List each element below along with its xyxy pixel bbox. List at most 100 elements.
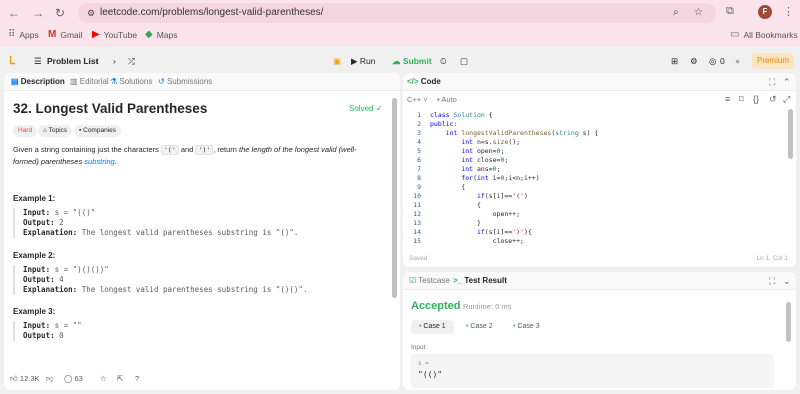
input-box: s = "(()" <box>411 354 774 388</box>
code-tab-bar: </> Code ⛶ ⌃ <box>403 73 796 91</box>
submit-button[interactable]: ☁ Submit <box>386 53 438 69</box>
profile-avatar[interactable]: F <box>758 5 772 19</box>
address-bar[interactable]: ⚙ leetcode.com/problems/longest-valid-pa… <box>78 3 716 23</box>
auto-mode[interactable]: ▪ Auto <box>437 95 457 104</box>
streak-count: 0 <box>720 56 725 66</box>
example-3-title: Example 3: <box>13 307 56 316</box>
bookmark-apps[interactable]: ⠿ Apps <box>8 29 39 40</box>
tab-test-result[interactable]: >_ Test Result <box>453 276 507 286</box>
reset-icon[interactable]: ↺ <box>769 94 777 104</box>
code-panel: </> Code ⛶ ⌃ C++ ˅ ▪ Auto ≡ ⌑ {} ↺ ⤢ 1 cl… <box>403 73 796 267</box>
collapse-icon[interactable]: ⌃ <box>783 77 791 87</box>
topics-tag[interactable]: ⌂ Topics <box>38 125 73 137</box>
code-footer: Saved Ln 1, Col 1 <box>403 253 796 267</box>
braces-icon[interactable]: {} <box>753 94 759 104</box>
zoom-icon[interactable]: ⌕ <box>673 7 679 18</box>
grid-icon: ⠿ <box>8 29 16 40</box>
bookmark-maps[interactable]: ◆ Maps <box>145 29 178 40</box>
leetcode-header: ᒪ ☰ Problem List ‹ › ⤮ ▣ ▶ Run ☁ Submit … <box>0 50 800 72</box>
bookmark-star-icon[interactable]: ☆ <box>694 7 703 18</box>
debug-icon[interactable]: ▣ <box>333 55 341 67</box>
code-icon: </> <box>407 77 421 86</box>
premium-button[interactable]: Premium <box>752 53 794 69</box>
like-button[interactable]: 👍︎ 12.3K <box>10 374 40 384</box>
user-avatar-icon[interactable]: ● <box>735 55 740 67</box>
youtube-icon: ▶ <box>92 29 100 40</box>
menu-icon[interactable]: ⋮ <box>783 5 794 18</box>
book-icon: ▥ <box>70 77 80 86</box>
example-1-block: Input: s = "(()" Output: 2 Explanation: … <box>13 208 383 238</box>
maps-icon: ◆ <box>145 29 153 40</box>
check-circle-icon: ✓ <box>375 104 383 113</box>
maximize-icon[interactable]: ⛶ <box>769 77 775 87</box>
problem-list-link[interactable]: Problem List <box>47 55 98 67</box>
tab-submissions[interactable]: ↺ Submissions <box>158 77 212 87</box>
example-3-block: Input: s = "" Output: 0 <box>13 321 383 341</box>
list-icon: ☰ <box>34 56 42 66</box>
code-editor[interactable]: 1 class Solution { 2 public: 3 int longest… <box>403 109 785 249</box>
description-footer: 👍︎ 12.3K 👎︎ ◯ 63 ☆ ⇱ ? <box>4 370 400 390</box>
flask-icon: ⚗ <box>110 77 120 86</box>
site-info-icon[interactable]: ⚙ <box>85 7 97 19</box>
terminal-icon: >_ <box>453 276 465 285</box>
cloud-upload-icon: ☁ <box>392 56 403 66</box>
saved-status: Saved <box>409 255 428 262</box>
document-icon: ▤ <box>11 77 21 86</box>
comment-icon: ◯ <box>64 374 75 383</box>
case-tab-3[interactable]: • Case 3 <box>505 320 548 334</box>
thumbs-up-icon: 👍︎ <box>10 374 20 383</box>
layout-icon[interactable]: ⊞ <box>671 55 678 67</box>
problem-description: Given a string containing just the chara… <box>13 145 357 166</box>
all-bookmarks[interactable]: ▭ All Bookmarks <box>730 29 798 40</box>
bookmark-youtube[interactable]: ▶ YouTube <box>92 29 137 40</box>
gmail-icon: M <box>48 29 57 40</box>
notes-icon[interactable]: ▢ <box>460 55 468 67</box>
substring-link[interactable]: substring <box>84 157 114 166</box>
favorite-icon[interactable]: ☆ <box>100 374 107 383</box>
case-tab-2[interactable]: • Case 2 <box>458 320 501 334</box>
reload-icon[interactable]: ↻ <box>52 5 68 21</box>
description-scrollbar[interactable] <box>392 98 397 298</box>
result-scrollbar[interactable] <box>786 302 791 342</box>
play-icon: ▶ <box>351 56 360 66</box>
input-variable: s = <box>418 360 429 367</box>
example-2-block: Input: s = ")()())" Output: 4 Explanatio… <box>13 265 383 295</box>
settings-icon[interactable]: ⚙ <box>690 55 698 67</box>
shuffle-icon[interactable]: ⤮ <box>128 55 135 67</box>
case-tab-1[interactable]: • Case 1 <box>411 320 454 334</box>
run-button[interactable]: ▶ Run <box>345 53 382 69</box>
format-icon[interactable]: ≡ <box>725 94 730 104</box>
difficulty-tag[interactable]: Hard <box>13 125 38 137</box>
bookmarks-bar: ⠿ Apps M Gmail ▶ YouTube ◆ Maps ▭ All Bookmar… <box>0 26 800 46</box>
share-icon[interactable]: ⇱ <box>117 374 123 383</box>
dislike-icon[interactable]: 👎︎ <box>46 374 54 384</box>
fire-icon: ◎ <box>709 56 717 66</box>
bookmark-gmail[interactable]: M Gmail <box>48 29 83 40</box>
prev-problem-icon[interactable]: ‹ <box>96 55 99 67</box>
extensions-icon[interactable]: ⧉ <box>726 5 734 18</box>
tab-editorial[interactable]: ▥ Editorial <box>70 77 109 87</box>
forward-icon[interactable]: → <box>30 5 46 21</box>
url-text[interactable]: leetcode.com/problems/longest-valid-pare… <box>100 7 323 18</box>
back-icon[interactable]: ← <box>6 5 22 21</box>
bookmark-icon[interactable]: ⌑ <box>739 94 744 104</box>
maximize-icon[interactable]: ⛶ <box>769 276 775 286</box>
example-2-title: Example 2: <box>13 251 56 260</box>
help-icon[interactable]: ? <box>135 374 139 383</box>
leetcode-logo[interactable]: ᒪ <box>9 55 21 67</box>
code-scrollbar[interactable] <box>788 109 793 159</box>
companies-tag[interactable]: ▪ Companies <box>74 125 122 137</box>
tab-testcase[interactable]: ☑ Testcase <box>409 276 450 286</box>
runtime-text: Runtime: 0 ms <box>463 302 512 311</box>
tab-description[interactable]: ▤ Description <box>11 77 65 87</box>
folder-icon: ▭ <box>730 29 740 40</box>
timer-icon[interactable]: ⏲ <box>440 55 447 67</box>
comments-button[interactable]: ◯ 63 <box>64 374 83 383</box>
tab-solutions[interactable]: ⚗ Solutions <box>110 77 152 87</box>
fullscreen-icon[interactable]: ⤢ <box>783 94 790 104</box>
tab-code[interactable]: </> Code <box>407 77 441 87</box>
language-select[interactable]: C++ ˅ <box>407 95 428 104</box>
next-problem-icon[interactable]: › <box>113 55 116 67</box>
history-icon: ↺ <box>158 77 167 86</box>
collapse-icon[interactable]: ⌄ <box>783 276 791 286</box>
